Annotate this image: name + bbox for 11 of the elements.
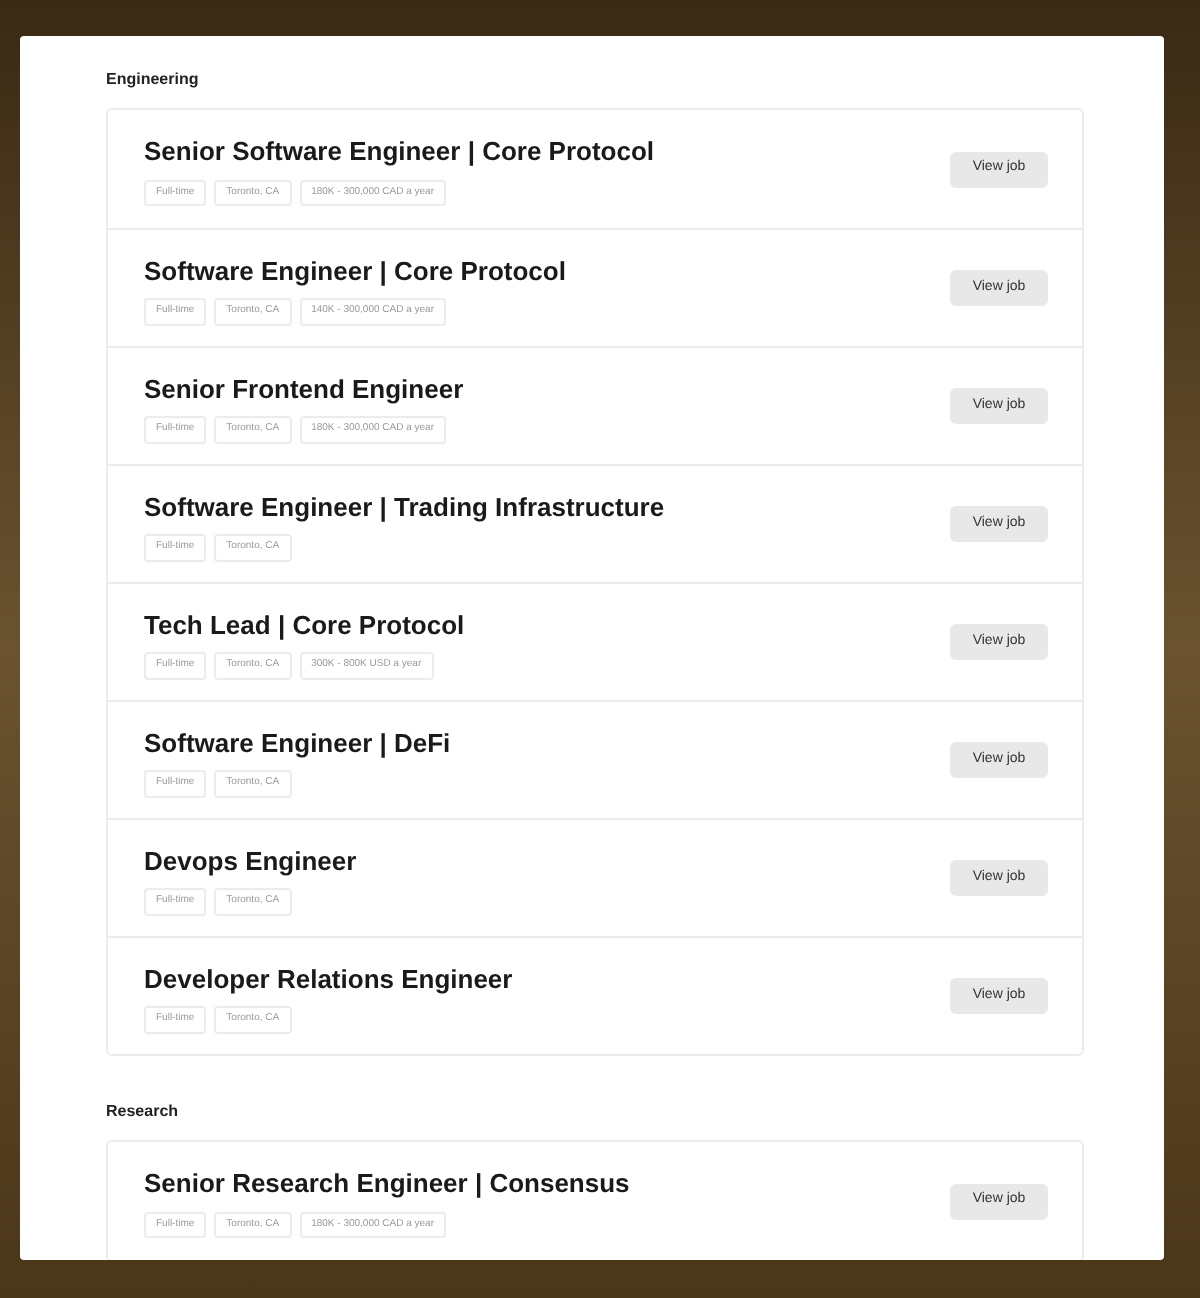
section-heading: Engineering <box>106 68 199 92</box>
job-title[interactable]: Devops Engineer <box>144 841 357 880</box>
job-title[interactable]: Senior Frontend Engineer <box>144 369 464 408</box>
job-title[interactable]: Tech Lead | Core Protocol <box>144 605 465 644</box>
section-heading: Research <box>106 1100 179 1124</box>
job-title[interactable]: Software Engineer | DeFi <box>144 723 451 762</box>
job-title[interactable]: Senior Research Engineer | Consensus <box>144 1164 630 1203</box>
job-title[interactable]: Developer Relations Engineer <box>144 959 513 998</box>
job-title[interactable]: Software Engineer | Trading Infrastructure <box>144 487 665 526</box>
job-title[interactable]: Senior Software Engineer | Core Protocol <box>144 132 655 171</box>
job-title[interactable]: Software Engineer | Core Protocol <box>144 251 566 290</box>
